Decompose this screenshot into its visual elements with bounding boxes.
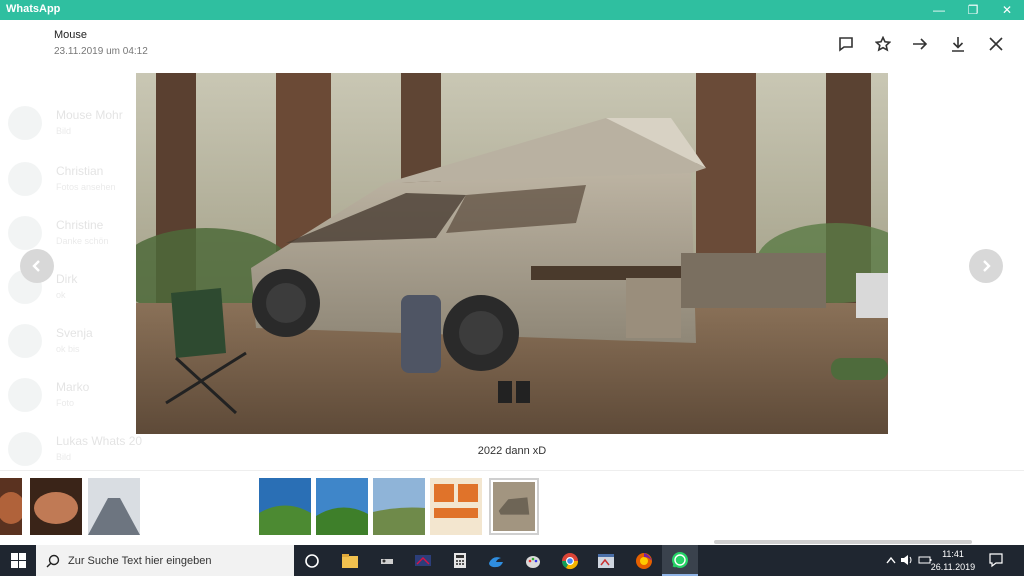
close-viewer-button[interactable] bbox=[985, 33, 1007, 55]
close-window-button[interactable]: ✕ bbox=[990, 0, 1024, 20]
paint-icon bbox=[526, 555, 540, 568]
chat-name: Dirk bbox=[56, 272, 78, 286]
thumbnail-food-image bbox=[30, 478, 82, 535]
chat-snippet: ok bbox=[56, 290, 66, 300]
speaker-icon bbox=[901, 555, 912, 565]
avatar bbox=[8, 324, 42, 358]
reply-button[interactable] bbox=[835, 33, 857, 55]
firefox-icon bbox=[636, 552, 652, 569]
taskbar-app[interactable] bbox=[478, 545, 514, 576]
next-media-button[interactable] bbox=[969, 249, 1003, 283]
taskbar-app[interactable] bbox=[442, 545, 478, 576]
media-thumbnail[interactable] bbox=[259, 478, 311, 535]
forward-button[interactable] bbox=[909, 33, 931, 55]
show-hidden-icons-button[interactable] bbox=[884, 553, 898, 567]
minimize-icon: — bbox=[933, 3, 945, 17]
chat-snippet: Danke schön bbox=[56, 236, 109, 246]
file-explorer-icon bbox=[342, 553, 358, 568]
media-thumbnail-selected[interactable] bbox=[489, 478, 539, 535]
thumbnail-plane-image bbox=[88, 478, 140, 535]
minimize-button[interactable]: — bbox=[922, 0, 956, 20]
chat-snippet: Foto bbox=[56, 398, 75, 408]
taskbar-app[interactable] bbox=[369, 545, 405, 576]
media-thumbnail[interactable] bbox=[0, 478, 22, 535]
thumbnail-landscape-image bbox=[373, 478, 425, 535]
windows-taskbar: Zur Suche Text hier eingeben 11:41 26.11… bbox=[0, 545, 1024, 576]
chat-name: Marko bbox=[56, 380, 90, 394]
whatsapp-icon bbox=[672, 551, 688, 568]
reply-icon bbox=[839, 37, 853, 52]
taskbar-clock[interactable]: 11:41 26.11.2019 bbox=[930, 548, 976, 574]
star-button[interactable] bbox=[872, 33, 894, 55]
taskbar-app[interactable] bbox=[405, 545, 441, 576]
thumbnail-scrollbar[interactable] bbox=[714, 540, 972, 544]
thumbnail-food-tray-image bbox=[430, 478, 482, 535]
chat-snippet: Fotos ansehen bbox=[56, 182, 116, 192]
maximize-icon: ❐ bbox=[967, 3, 979, 17]
chevron-right-icon bbox=[983, 260, 991, 272]
media-image bbox=[136, 73, 888, 434]
media-thumbnail[interactable] bbox=[30, 478, 82, 535]
media-thumbnail[interactable] bbox=[88, 478, 140, 535]
search-placeholder: Zur Suche Text hier eingeben bbox=[68, 554, 212, 567]
start-button[interactable] bbox=[0, 545, 36, 576]
chevron-left-icon bbox=[32, 260, 40, 272]
screen-app-icon bbox=[415, 554, 431, 566]
chat-name: Christine bbox=[56, 218, 104, 232]
clock-time: 11:41 bbox=[942, 549, 964, 559]
chat-snippet: Bild bbox=[56, 126, 72, 136]
clock-date: 26.11.2019 bbox=[930, 562, 976, 572]
thumbnail-truck-image bbox=[493, 482, 535, 531]
star-icon bbox=[875, 36, 891, 52]
calculator-icon bbox=[454, 553, 466, 568]
taskbar-search-box[interactable]: Zur Suche Text hier eingeben bbox=[36, 545, 294, 576]
media-thumbnail-strip bbox=[0, 470, 1024, 545]
image-caption: 2022 dann xD bbox=[477, 445, 547, 457]
forward-icon bbox=[913, 38, 928, 50]
taskbar-app[interactable] bbox=[332, 545, 368, 576]
action-center-button[interactable] bbox=[988, 552, 1006, 570]
previous-media-button[interactable] bbox=[20, 249, 54, 283]
edge-icon bbox=[489, 556, 503, 567]
search-icon bbox=[46, 554, 60, 567]
avatar bbox=[8, 378, 42, 412]
download-icon bbox=[952, 37, 964, 52]
thumbnail-landscape-image bbox=[316, 478, 368, 535]
taskbar-app[interactable] bbox=[294, 545, 330, 576]
close-window-icon: ✕ bbox=[1001, 3, 1013, 17]
chat-name: Mouse Mohr bbox=[56, 108, 123, 122]
chat-snippet: ok bis bbox=[56, 344, 80, 354]
title-bar: WhatsApp — ❐ ✕ bbox=[0, 0, 1024, 20]
taskbar-app-active[interactable] bbox=[662, 545, 698, 576]
app-title: WhatsApp bbox=[6, 3, 61, 15]
media-thumbnail[interactable] bbox=[430, 478, 482, 535]
taskbar-app[interactable] bbox=[588, 545, 624, 576]
media-thumbnail[interactable] bbox=[373, 478, 425, 535]
taskbar-app[interactable] bbox=[626, 545, 662, 576]
app-icon bbox=[381, 558, 393, 564]
media-thumbnail[interactable] bbox=[316, 478, 368, 535]
truck-photo bbox=[136, 73, 888, 434]
app-window-icon bbox=[598, 553, 614, 568]
volume-button[interactable] bbox=[900, 553, 914, 567]
thumbnail-food-image bbox=[0, 478, 22, 535]
cortana-icon bbox=[305, 553, 319, 568]
chat-name: Christian bbox=[56, 164, 104, 178]
maximize-button[interactable]: ❐ bbox=[956, 0, 990, 20]
sender-name: Mouse bbox=[54, 29, 88, 41]
close-icon bbox=[989, 37, 1003, 51]
message-timestamp: 23.11.2019 um 04:12 bbox=[54, 46, 148, 57]
windows-logo-icon bbox=[10, 553, 26, 568]
taskbar-app[interactable] bbox=[552, 545, 588, 576]
taskbar-app[interactable] bbox=[515, 545, 551, 576]
chrome-icon bbox=[561, 552, 579, 569]
notification-icon bbox=[989, 553, 1003, 568]
thumbnail-landscape-image bbox=[259, 478, 311, 535]
avatar bbox=[8, 106, 42, 140]
avatar bbox=[8, 162, 42, 196]
download-button[interactable] bbox=[947, 33, 969, 55]
chat-name: Svenja bbox=[56, 326, 93, 340]
avatar bbox=[8, 216, 42, 250]
chevron-up-icon bbox=[886, 556, 896, 564]
